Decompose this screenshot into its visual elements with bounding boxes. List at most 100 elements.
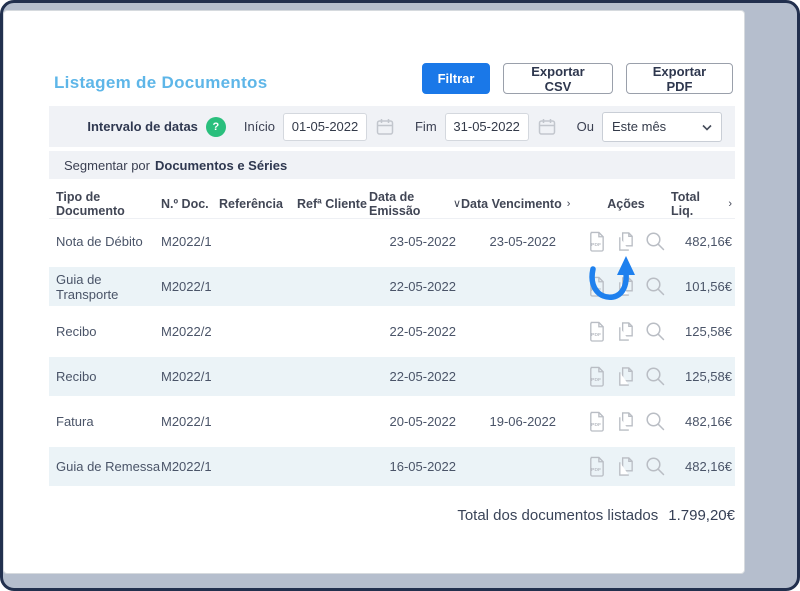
cell-num-doc: M2022/2 (161, 309, 219, 354)
column-header-1: Tipo de Documento (49, 189, 161, 218)
cell-data-emissao: 22-05-2022 (369, 309, 461, 354)
cell-total-liq: 125,58€ (671, 354, 735, 399)
svg-text:PDF: PDF (591, 332, 601, 338)
export-pdf-button[interactable]: Exportar PDF (626, 63, 733, 94)
help-icon[interactable]: ? (206, 117, 226, 137)
cell-data-emissao: 23-05-2022 (369, 219, 461, 264)
cell-data-vencimento: 23-05-2022 (461, 219, 581, 264)
cell-num-doc: M2022/1 (161, 354, 219, 399)
date-range-label: Intervalo de datas (87, 119, 198, 134)
cell-ref-cliente (297, 444, 369, 489)
table-row: Guia de Remessa M2022/1 16-05-2022 PDF 4… (49, 444, 735, 489)
cell-data-emissao: 20-05-2022 (369, 399, 461, 444)
segment-bar: Segmentar por Documentos e Séries (49, 151, 735, 179)
preset-select-value: Este mês (612, 119, 666, 134)
cell-num-doc: M2022/1 (161, 399, 219, 444)
row-actions: PDF (581, 354, 671, 399)
search-icon[interactable] (645, 366, 666, 387)
search-icon[interactable] (645, 321, 666, 342)
cell-total-liq: 482,16€ (671, 219, 735, 264)
date-range-bar: Intervalo de datas ? Início Fim Ou Este … (49, 106, 735, 147)
table-header: Tipo de DocumentoN.º Doc.ReferênciaRefª … (49, 189, 735, 219)
search-icon[interactable] (645, 456, 666, 477)
window-frame: Listagem de Documentos Filtrar Exportar … (0, 0, 800, 591)
end-date-input[interactable] (445, 113, 529, 141)
cell-data-vencimento: 19-06-2022 (461, 399, 581, 444)
page-title: Listagem de Documentos (54, 73, 267, 93)
table-footer: Total dos documentos listados 1.799,20€ (49, 507, 735, 524)
cell-referencia (219, 444, 297, 489)
content-card: Listagem de Documentos Filtrar Exportar … (3, 10, 745, 574)
column-header-3: Referência (219, 189, 297, 218)
copy-icon[interactable] (616, 456, 635, 477)
column-header-2: N.º Doc. (161, 189, 219, 218)
filter-button[interactable]: Filtrar (422, 63, 490, 94)
cell-data-vencimento (461, 444, 581, 489)
copy-icon[interactable] (616, 276, 635, 297)
search-icon[interactable] (645, 411, 666, 432)
cell-data-emissao: 22-05-2022 (369, 264, 461, 309)
cell-referencia (219, 264, 297, 309)
search-icon[interactable] (645, 231, 666, 252)
svg-text:PDF: PDF (591, 287, 601, 293)
cell-data-emissao: 16-05-2022 (369, 444, 461, 489)
chevron-down-icon (702, 119, 712, 134)
pdf-icon[interactable]: PDF (587, 231, 606, 252)
cell-total-liq: 482,16€ (671, 399, 735, 444)
table-row: Nota de Débito M2022/1 23-05-2022 23-05-… (49, 219, 735, 264)
sort-icon: › (728, 198, 732, 210)
table-body: Nota de Débito M2022/1 23-05-2022 23-05-… (49, 219, 735, 489)
copy-icon[interactable] (616, 321, 635, 342)
or-label: Ou (577, 119, 594, 134)
cell-num-doc: M2022/1 (161, 219, 219, 264)
segment-value: Documentos e Séries (155, 158, 287, 173)
cell-referencia (219, 309, 297, 354)
row-actions: PDF (581, 264, 671, 309)
column-header-4: Refª Cliente (297, 189, 369, 218)
footer-total-value: 1.799,20€ (668, 507, 735, 524)
end-date-label: Fim (415, 119, 437, 134)
cell-ref-cliente (297, 309, 369, 354)
calendar-icon[interactable] (537, 117, 557, 137)
copy-icon[interactable] (616, 411, 635, 432)
column-header-6[interactable]: Data Vencimento› (461, 189, 581, 218)
svg-text:PDF: PDF (591, 467, 601, 473)
pdf-icon[interactable]: PDF (587, 456, 606, 477)
cell-tipo-documento: Recibo (49, 309, 161, 354)
cell-num-doc: M2022/1 (161, 444, 219, 489)
preset-select[interactable]: Este mês (602, 112, 722, 142)
start-date-label: Início (244, 119, 275, 134)
table-row: Guia de Transporte M2022/1 22-05-2022 PD… (49, 264, 735, 309)
copy-icon[interactable] (616, 231, 635, 252)
calendar-icon[interactable] (375, 117, 395, 137)
pdf-icon[interactable]: PDF (587, 411, 606, 432)
pdf-icon[interactable]: PDF (587, 366, 606, 387)
cell-referencia (219, 399, 297, 444)
cell-total-liq: 125,58€ (671, 309, 735, 354)
cell-data-vencimento (461, 309, 581, 354)
cell-tipo-documento: Guia de Transporte (49, 264, 161, 309)
sort-icon: ∨ (453, 197, 461, 210)
sort-icon: › (567, 198, 571, 210)
cell-tipo-documento: Recibo (49, 354, 161, 399)
search-icon[interactable] (645, 276, 666, 297)
cell-tipo-documento: Nota de Débito (49, 219, 161, 264)
segment-label: Segmentar por (64, 158, 150, 173)
column-header-5[interactable]: Data de Emissão∨ (369, 189, 461, 218)
cell-total-liq: 101,56€ (671, 264, 735, 309)
column-header-7: Ações (581, 189, 671, 218)
pdf-icon[interactable]: PDF (587, 276, 606, 297)
start-date-input[interactable] (283, 113, 367, 141)
svg-text:PDF: PDF (591, 377, 601, 383)
cell-num-doc: M2022/1 (161, 264, 219, 309)
table-row: Recibo M2022/1 22-05-2022 PDF 125,58€ (49, 354, 735, 399)
column-header-8[interactable]: Total Liq.› (671, 189, 735, 218)
row-actions: PDF (581, 309, 671, 354)
copy-icon[interactable] (616, 366, 635, 387)
toolbar: Filtrar Exportar CSV Exportar PDF (422, 63, 733, 94)
cell-total-liq: 482,16€ (671, 444, 735, 489)
export-csv-button[interactable]: Exportar CSV (503, 63, 613, 94)
pdf-icon[interactable]: PDF (587, 321, 606, 342)
row-actions: PDF (581, 399, 671, 444)
svg-text:PDF: PDF (591, 242, 601, 248)
